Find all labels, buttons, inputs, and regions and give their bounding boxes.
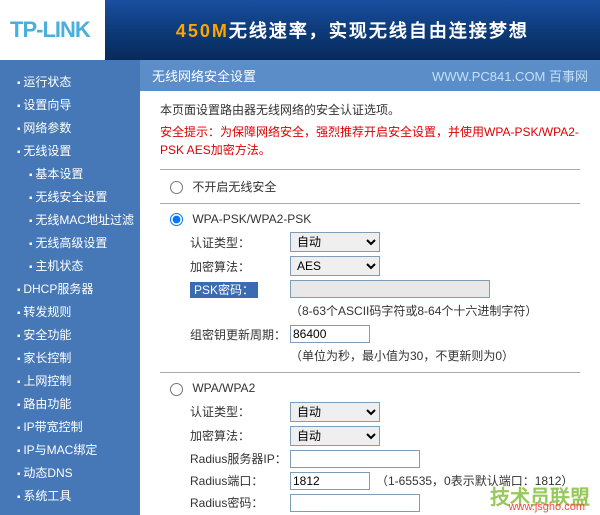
sidebar-item-forward[interactable]: 转发规则: [5, 300, 135, 323]
slogan: 450M无线速率，实现无线自由连接梦想: [105, 17, 600, 43]
radio-wpa-row: WPA/WPA2: [160, 381, 580, 395]
radio-wpapsk-label: WPA-PSK/WPA2-PSK: [192, 212, 311, 226]
auth-select[interactable]: 自动: [290, 232, 380, 252]
sidebar-item-routing[interactable]: 路由功能: [5, 392, 135, 415]
slogan-highlight: 450M: [176, 21, 229, 41]
panel-title: 无线网络安全设置: [152, 66, 256, 85]
divider: [160, 169, 580, 170]
header: TP-LINK 450M无线速率，实现无线自由连接梦想: [0, 0, 600, 60]
radius-port-input[interactable]: [290, 472, 370, 490]
radio-none-row: 不开启无线安全: [160, 178, 580, 195]
sidebar-item-ipmac[interactable]: IP与MAC绑定: [5, 438, 135, 461]
radius-ip-input[interactable]: [290, 450, 420, 468]
sidebar-item-qos[interactable]: IP带宽控制: [5, 415, 135, 438]
sidebar-item-status[interactable]: 运行状态: [5, 70, 135, 93]
radius-port-label: Radius端口：: [190, 472, 290, 489]
panel-warning: 安全提示：为保障网络安全，强烈推荐开启安全设置，并使用WPA-PSK/WPA2-…: [160, 123, 580, 159]
panel-watermark: WWW.PC841.COM 百事网: [432, 66, 588, 85]
radius-pwd-row: Radius密码：: [160, 494, 580, 512]
radio-wpapsk-row: WPA-PSK/WPA2-PSK: [160, 212, 580, 226]
panel-title-bar: 无线网络安全设置 WWW.PC841.COM 百事网: [140, 60, 600, 91]
main: 运行状态 设置向导 网络参数 无线设置 基本设置 无线安全设置 无线MAC地址过…: [0, 60, 600, 515]
enc-row: 加密算法： AES: [160, 256, 580, 276]
sidebar-sub-security[interactable]: 无线安全设置: [5, 185, 135, 208]
sidebar-item-system[interactable]: 系统工具: [5, 484, 135, 507]
auth2-label: 认证类型：: [190, 403, 290, 420]
enc-select[interactable]: AES: [290, 256, 380, 276]
radius-port-row: Radius端口： （1-65535，0表示默认端口：1812）: [160, 472, 580, 490]
rekey-label: 组密钥更新周期：: [190, 326, 290, 343]
psk-hint: （8-63个ASCII码字符或8-64个十六进制字符）: [160, 302, 580, 319]
sidebar-item-dhcp[interactable]: DHCP服务器: [5, 277, 135, 300]
sidebar-sub-macfilter[interactable]: 无线MAC地址过滤: [5, 208, 135, 231]
sidebar-sub-hoststatus[interactable]: 主机状态: [5, 254, 135, 277]
sidebar-item-access[interactable]: 上网控制: [5, 369, 135, 392]
radius-pwd-input[interactable]: [290, 494, 420, 512]
psk-label: PSK密码：: [190, 281, 290, 298]
rekey-hint: （单位为秒，最小值为30，不更新则为0）: [160, 347, 580, 364]
radius-port-hint: （1-65535，0表示默认端口：1812）: [376, 472, 573, 489]
sidebar-item-wizard[interactable]: 设置向导: [5, 93, 135, 116]
radio-wpa[interactable]: [170, 383, 183, 396]
enc2-row: 加密算法： 自动: [160, 426, 580, 446]
radio-none[interactable]: [170, 181, 183, 194]
sidebar-item-ddns[interactable]: 动态DNS: [5, 461, 135, 484]
radio-none-label: 不开启无线安全: [192, 180, 276, 194]
slogan-rest: 无线速率，实现无线自由连接梦想: [229, 21, 529, 41]
auth-label: 认证类型：: [190, 234, 290, 251]
panel-body: 本页面设置路由器无线网络的安全认证选项。 安全提示：为保障网络安全，强烈推荐开启…: [140, 91, 600, 515]
rekey-row: 组密钥更新周期：: [160, 325, 580, 343]
enc-label: 加密算法：: [190, 258, 290, 275]
psk-row: PSK密码：: [160, 280, 580, 298]
sidebar-item-parental[interactable]: 家长控制: [5, 346, 135, 369]
divider: [160, 372, 580, 373]
radius-ip-row: Radius服务器IP：: [160, 450, 580, 468]
psk-input[interactable]: [290, 280, 490, 298]
radio-wpa-label: WPA/WPA2: [192, 381, 255, 395]
radius-ip-label: Radius服务器IP：: [190, 450, 290, 467]
panel-desc: 本页面设置路由器无线网络的安全认证选项。: [160, 101, 580, 118]
enc2-label: 加密算法：: [190, 427, 290, 444]
sidebar-item-security[interactable]: 安全功能: [5, 323, 135, 346]
enc2-select[interactable]: 自动: [290, 426, 380, 446]
sidebar-item-wireless[interactable]: 无线设置: [5, 139, 135, 162]
radio-wpapsk[interactable]: [170, 213, 183, 226]
sidebar-sub-advanced[interactable]: 无线高级设置: [5, 231, 135, 254]
auth2-row: 认证类型： 自动: [160, 402, 580, 422]
radius-pwd-label: Radius密码：: [190, 494, 290, 511]
sidebar-sub-basic[interactable]: 基本设置: [5, 162, 135, 185]
sidebar-item-network[interactable]: 网络参数: [5, 116, 135, 139]
sidebar: 运行状态 设置向导 网络参数 无线设置 基本设置 无线安全设置 无线MAC地址过…: [0, 60, 140, 515]
rekey-input[interactable]: [290, 325, 370, 343]
logo: TP-LINK: [0, 0, 105, 60]
auth2-select[interactable]: 自动: [290, 402, 380, 422]
auth-row: 认证类型： 自动: [160, 232, 580, 252]
divider: [160, 203, 580, 204]
content: 无线网络安全设置 WWW.PC841.COM 百事网 本页面设置路由器无线网络的…: [140, 60, 600, 515]
